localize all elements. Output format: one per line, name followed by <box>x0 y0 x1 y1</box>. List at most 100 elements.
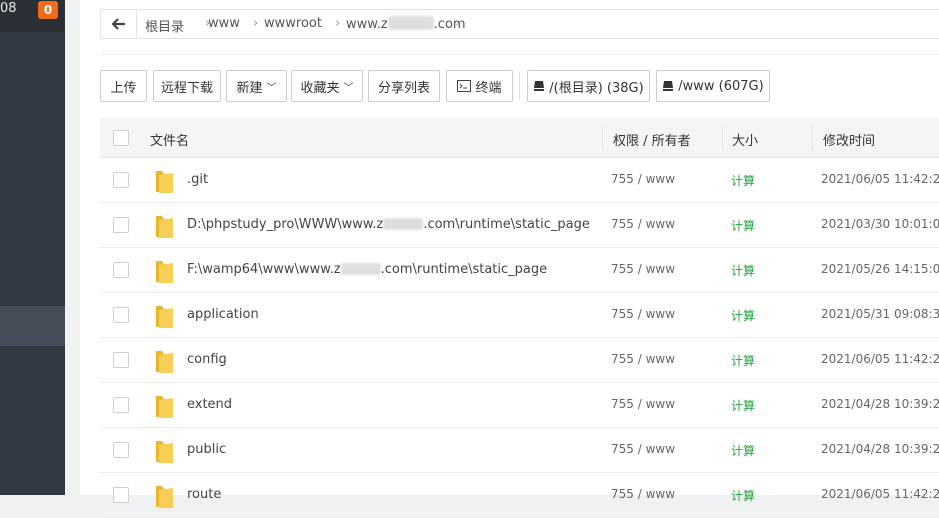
file-name-prefix: F:\wamp64\www\www.z <box>187 262 341 277</box>
breadcrumb-site-suffix: .com <box>433 17 466 32</box>
new-button[interactable]: 新建 ﹀ <box>226 70 287 102</box>
disk-www-label: /www (607G) <box>678 78 764 94</box>
row-checkbox[interactable] <box>113 172 129 188</box>
row-checkbox[interactable] <box>113 442 129 458</box>
terminal-label: 终端 <box>475 80 502 96</box>
permission-owner[interactable]: 755 / www <box>611 352 675 366</box>
row-checkbox[interactable] <box>113 487 129 503</box>
table-row[interactable]: F:\wamp64\www\www.z .com\runtime\static_p… <box>100 248 939 293</box>
folder-icon <box>154 303 174 329</box>
file-name[interactable]: config <box>187 352 227 367</box>
breadcrumb-root[interactable]: 根目录 <box>145 16 184 35</box>
table-row[interactable]: route 755 / www 计算 2021/06/05 11:42:21 <box>100 473 939 518</box>
redacted-blur <box>387 16 434 30</box>
folder-icon <box>154 393 174 419</box>
terminal-icon <box>457 80 472 92</box>
breadcrumb-wwwroot[interactable]: wwwroot <box>264 16 322 31</box>
permission-owner[interactable]: 755 / www <box>611 442 675 456</box>
folder-icon <box>154 438 174 464</box>
row-checkbox[interactable] <box>113 262 129 278</box>
file-name[interactable]: extend <box>187 397 232 412</box>
folder-icon <box>154 213 174 239</box>
chevron-right-icon: › <box>335 16 341 31</box>
folder-icon <box>154 348 174 374</box>
calculate-size-link[interactable]: 计算 <box>731 442 755 459</box>
share-list-label: 分享列表 <box>377 80 430 96</box>
header-size[interactable]: 大小 <box>732 130 758 149</box>
file-name[interactable]: D:\phpstudy_pro\WWW\www.z .com\runtime\st… <box>187 217 590 232</box>
column-divider <box>722 126 723 150</box>
folder-icon <box>154 483 174 509</box>
divider <box>100 54 939 55</box>
calculate-size-link[interactable]: 计算 <box>731 397 755 414</box>
permission-owner[interactable]: 755 / www <box>611 397 675 411</box>
file-name[interactable]: F:\wamp64\www\www.z .com\runtime\static_p… <box>187 262 547 277</box>
disk-root-button[interactable]: /(根目录) (38G) <box>527 70 650 102</box>
breadcrumb-site[interactable]: www.z .com <box>346 16 466 32</box>
table-row[interactable]: D:\phpstudy_pro\WWW\www.z .com\runtime\st… <box>100 203 939 248</box>
upload-button[interactable]: 上传 <box>100 70 147 102</box>
sidebar-top-item[interactable]: 08 0 <box>0 0 65 32</box>
terminal-button[interactable]: 终端 <box>446 70 513 102</box>
modified-time: 2021/06/05 11:42:21 <box>821 352 939 366</box>
row-checkbox[interactable] <box>113 397 129 413</box>
permission-owner[interactable]: 755 / www <box>611 487 675 501</box>
notification-badge[interactable]: 0 <box>38 1 58 19</box>
modified-time: 2021/06/05 11:42:21 <box>821 487 939 501</box>
permission-owner[interactable]: 755 / www <box>611 172 675 186</box>
row-checkbox[interactable] <box>113 352 129 368</box>
folder-icon <box>154 168 174 194</box>
folder-icon <box>154 258 174 284</box>
permission-owner[interactable]: 755 / www <box>611 217 675 231</box>
column-divider <box>812 126 813 150</box>
chevron-down-icon: ﹀ <box>266 82 277 94</box>
header-name[interactable]: 文件名 <box>150 130 189 149</box>
calculate-size-link[interactable]: 计算 <box>731 262 755 279</box>
file-name-suffix: .com\runtime\static_page <box>380 262 548 277</box>
permission-owner[interactable]: 755 / www <box>611 262 675 276</box>
favorites-button[interactable]: 收藏夹 ﹀ <box>291 70 363 102</box>
upload-label: 上传 <box>110 80 137 96</box>
header-perm[interactable]: 权限 / 所有者 <box>613 130 691 149</box>
calculate-size-link[interactable]: 计算 <box>731 487 755 504</box>
calculate-size-link[interactable]: 计算 <box>731 217 755 234</box>
favorites-label: 收藏夹 <box>300 80 340 96</box>
sidebar: 08 0 <box>0 0 65 495</box>
row-checkbox[interactable] <box>113 307 129 323</box>
header-mtime[interactable]: 修改时间 <box>823 130 875 149</box>
row-checkbox[interactable] <box>113 217 129 233</box>
calculate-size-link[interactable]: 计算 <box>731 307 755 324</box>
chevron-right-icon: › <box>253 16 259 31</box>
disk-www-button[interactable]: /www (607G) <box>656 70 770 102</box>
remote-download-button[interactable]: 远程下载 <box>153 70 221 102</box>
table-row[interactable]: public 755 / www 计算 2021/04/28 10:39:24 <box>100 428 939 473</box>
breadcrumb: 根目录 › www › wwwroot › www.z .com › <box>100 9 939 39</box>
share-list-button[interactable]: 分享列表 <box>368 70 440 102</box>
table-row[interactable]: .git 755 / www 计算 2021/06/05 11:42:22 <box>100 158 939 203</box>
file-name-prefix: D:\phpstudy_pro\WWW\www.z <box>187 217 384 232</box>
chevron-down-icon: ﹀ <box>343 82 354 94</box>
modified-time: 2021/06/05 11:42:22 <box>821 172 939 186</box>
breadcrumb-www[interactable]: www <box>208 16 240 31</box>
modified-time: 2021/04/28 10:39:24 <box>821 397 939 411</box>
table-row[interactable]: application 755 / www 计算 2021/05/31 09:08:3… <box>100 293 939 338</box>
table-row[interactable]: config 755 / www 计算 2021/06/05 11:42:21 <box>100 338 939 383</box>
file-manager: 根目录 › www › wwwroot › www.z .com › 上传 远程下… <box>80 0 939 518</box>
toolbar-divider <box>519 72 520 100</box>
file-name[interactable]: .git <box>187 172 208 187</box>
select-all-checkbox[interactable] <box>113 130 129 146</box>
file-name[interactable]: application <box>187 307 259 322</box>
column-divider <box>602 126 603 150</box>
calculate-size-link[interactable]: 计算 <box>731 352 755 369</box>
sidebar-item-active[interactable] <box>0 306 65 346</box>
disk-icon <box>534 81 545 91</box>
chevron-right-icon: › <box>455 16 461 31</box>
new-label: 新建 <box>236 80 263 96</box>
table-row[interactable]: extend 755 / www 计算 2021/04/28 10:39:24 <box>100 383 939 428</box>
calculate-size-link[interactable]: 计算 <box>731 172 755 189</box>
permission-owner[interactable]: 755 / www <box>611 307 675 321</box>
file-name[interactable]: public <box>187 442 226 457</box>
disk-icon <box>663 81 674 91</box>
modified-time: 2021/05/31 09:08:36 <box>821 307 939 321</box>
back-button[interactable] <box>101 10 137 38</box>
